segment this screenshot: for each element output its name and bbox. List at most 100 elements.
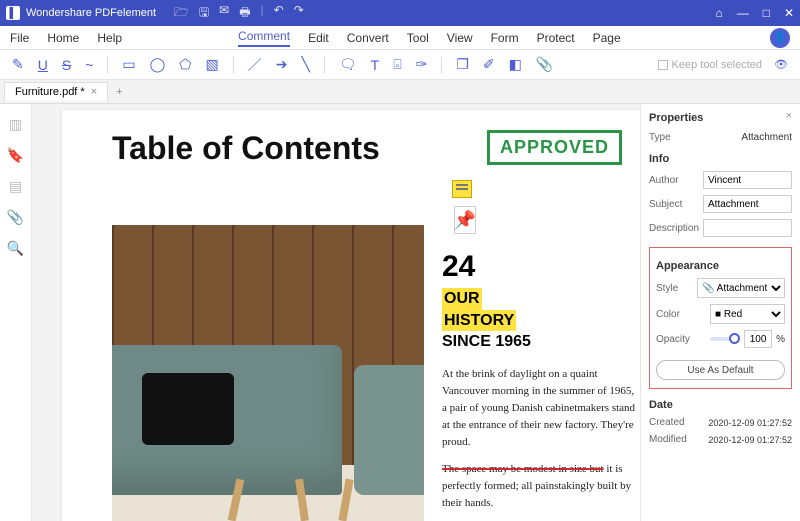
comments-panel-icon[interactable]: ▤ xyxy=(9,178,22,195)
subject-input[interactable] xyxy=(703,195,792,213)
menu-edit[interactable]: Edit xyxy=(308,31,329,45)
article-image xyxy=(112,225,424,521)
tab-bar: Furniture.pdf * × + xyxy=(0,80,800,104)
document-tab[interactable]: Furniture.pdf * × xyxy=(4,82,108,101)
modified-label: Modified xyxy=(649,434,699,445)
app-logo: ▌ xyxy=(6,6,20,20)
menu-file[interactable]: File xyxy=(10,31,29,45)
style-label: Style xyxy=(656,283,693,294)
menu-page[interactable]: Page xyxy=(593,31,621,45)
close-window-icon[interactable]: ✕ xyxy=(784,6,794,20)
comment-toolbar: ✎ U S ~ ▭ ◯ ⬠ ▧ ／ ➔ ╲ 🗨 T ⌻ ✑ ❐ ✐ ◧ 📎 Ke… xyxy=(0,50,800,80)
underline-icon[interactable]: U xyxy=(38,57,48,73)
redo-icon[interactable]: ↷ xyxy=(294,3,304,24)
cloud-icon[interactable]: ▧ xyxy=(205,56,218,73)
user-avatar[interactable]: 👤 xyxy=(770,28,790,48)
info-heading: Info xyxy=(649,153,792,165)
squiggly-icon[interactable]: ~ xyxy=(85,57,93,73)
tab-label: Furniture.pdf * xyxy=(15,86,85,98)
menu-view[interactable]: View xyxy=(447,31,473,45)
document-canvas[interactable]: Table of Contents APPROVED 📌 24 OUR HIST… xyxy=(32,104,640,521)
opacity-input[interactable] xyxy=(744,330,772,348)
open-icon[interactable]: 🗁 xyxy=(174,3,189,24)
type-label: Type xyxy=(649,132,699,143)
line-icon[interactable]: ／ xyxy=(248,55,262,75)
panel-close-icon[interactable]: × xyxy=(786,110,792,122)
distance-icon[interactable]: ╲ xyxy=(301,56,309,73)
sticky-note-annotation[interactable] xyxy=(452,180,472,198)
description-input[interactable] xyxy=(703,219,792,237)
hide-icon[interactable]: 👁 xyxy=(774,58,788,71)
appearance-heading: Appearance xyxy=(656,260,785,272)
stamp-icon[interactable]: ❐ xyxy=(456,56,469,73)
callout-icon[interactable]: ✑ xyxy=(416,56,428,73)
keep-tool-label: Keep tool selected xyxy=(672,59,763,71)
created-label: Created xyxy=(649,417,699,428)
oval-icon[interactable]: ◯ xyxy=(150,56,166,73)
strikethrough-text[interactable]: The space may be modest in size but xyxy=(442,463,604,475)
opacity-slider[interactable] xyxy=(710,337,740,341)
print-icon[interactable]: 🖶 xyxy=(239,3,250,24)
keep-tool-checkbox[interactable] xyxy=(658,60,668,70)
description-label: Description xyxy=(649,223,699,234)
workspace: ▥ 🔖 ▤ 📎 🔍 Table of Contents APPROVED 📌 2… xyxy=(0,104,800,521)
opacity-label: Opacity xyxy=(656,334,706,345)
approved-stamp[interactable]: APPROVED xyxy=(487,130,622,165)
author-label: Author xyxy=(649,175,699,186)
highlight-icon[interactable]: ✎ xyxy=(12,56,24,73)
separator xyxy=(107,56,108,74)
body-text: At the brink of daylight on a quaint Van… xyxy=(442,366,637,512)
highlighted-text[interactable]: OUR xyxy=(442,288,482,310)
properties-panel: × Properties Type Attachment Info Author… xyxy=(640,104,800,521)
highlighted-text[interactable]: HISTORY xyxy=(442,310,516,332)
menu-comment[interactable]: Comment xyxy=(238,29,290,47)
new-tab-icon[interactable]: + xyxy=(108,86,130,98)
bookmarks-icon[interactable]: 🔖 xyxy=(7,147,24,164)
eraser-icon[interactable]: ◧ xyxy=(509,56,522,73)
attachment-annotation[interactable]: 📌 xyxy=(454,206,476,234)
titlebar: ▌ Wondershare PDFelement 🗁 🖫 ✉ 🖶 | ↶ ↷ ⌂… xyxy=(0,0,800,26)
search-icon[interactable]: 🔍 xyxy=(7,240,24,257)
textbox-icon[interactable]: ⌻ xyxy=(393,56,401,73)
home-icon[interactable]: ⌂ xyxy=(715,6,722,20)
rect-icon[interactable]: ▭ xyxy=(122,56,135,73)
use-as-default-button[interactable]: Use As Default xyxy=(656,360,785,380)
thumbnails-icon[interactable]: ▥ xyxy=(9,116,22,133)
menu-home[interactable]: Home xyxy=(47,31,79,45)
section-title: OUR HISTORY SINCE 1965 xyxy=(442,288,531,353)
subject-label: Subject xyxy=(649,199,699,210)
menu-convert[interactable]: Convert xyxy=(347,31,389,45)
menu-protect[interactable]: Protect xyxy=(537,31,575,45)
style-select[interactable]: 📎 Attachment xyxy=(697,278,785,298)
menu-form[interactable]: Form xyxy=(491,31,519,45)
menu-tool[interactable]: Tool xyxy=(407,31,429,45)
mail-icon[interactable]: ✉ xyxy=(219,3,229,24)
page-heading: Table of Contents xyxy=(112,130,380,167)
paragraph: At the brink of daylight on a quaint Van… xyxy=(442,366,637,451)
strikethrough-icon[interactable]: S xyxy=(62,57,71,73)
date-heading: Date xyxy=(649,399,792,411)
author-input[interactable] xyxy=(703,171,792,189)
attachment-icon[interactable]: 📎 xyxy=(536,56,553,73)
side-toolbar: ▥ 🔖 ▤ 📎 🔍 xyxy=(0,104,32,521)
polygon-icon[interactable]: ⬠ xyxy=(179,56,191,73)
created-value: 2020-12-09 01:27:52 xyxy=(703,418,792,428)
appearance-section: Appearance Style 📎 Attachment Color ■ Re… xyxy=(649,247,792,389)
type-value: Attachment xyxy=(703,132,792,143)
minimize-icon[interactable]: ― xyxy=(737,6,749,20)
separator: | xyxy=(261,3,264,24)
color-select[interactable]: ■ Red xyxy=(710,304,785,324)
paragraph: The space may be modest in size but it i… xyxy=(442,461,637,512)
save-icon[interactable]: 🖫 xyxy=(199,3,209,24)
tab-close-icon[interactable]: × xyxy=(91,86,97,98)
subtitle: SINCE 1965 xyxy=(442,333,531,350)
menu-help[interactable]: Help xyxy=(97,31,122,45)
undo-icon[interactable]: ↶ xyxy=(274,3,284,24)
attachments-panel-icon[interactable]: 📎 xyxy=(7,209,24,226)
maximize-icon[interactable]: □ xyxy=(763,6,770,20)
note-icon[interactable]: 🗨 xyxy=(339,56,357,73)
pencil-icon[interactable]: ✐ xyxy=(483,56,495,73)
typewriter-icon[interactable]: T xyxy=(371,57,380,73)
arrow-icon[interactable]: ➔ xyxy=(276,56,288,73)
panel-title: Properties xyxy=(649,112,792,124)
